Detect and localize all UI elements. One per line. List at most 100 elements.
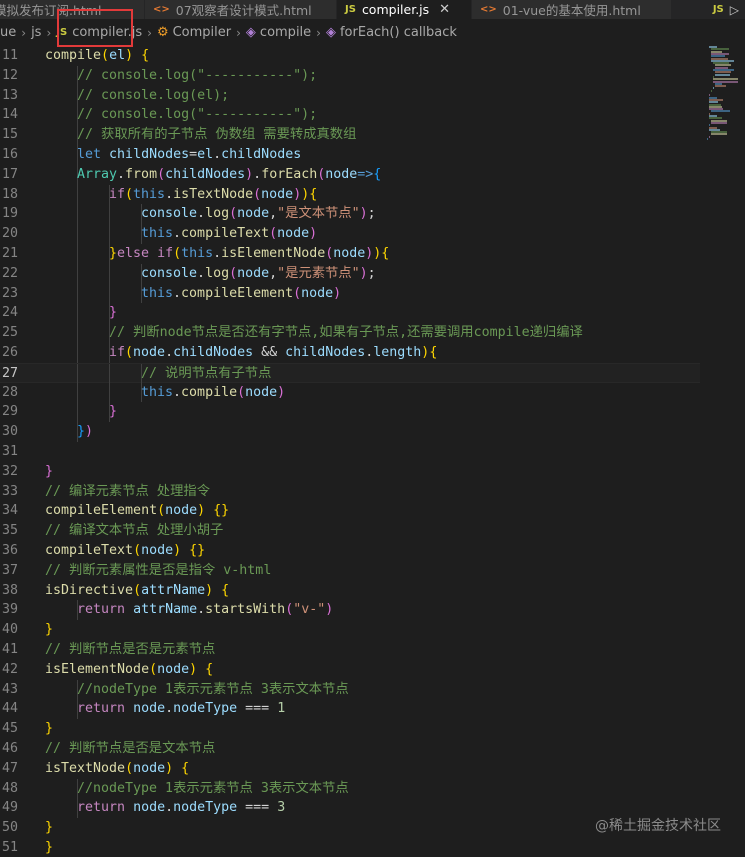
- code-line[interactable]: 14 // console.log("-----------");: [0, 105, 700, 126]
- tab-observer-html[interactable]: 模拟发布订阅.html: [0, 0, 145, 19]
- code-token: {}: [189, 543, 206, 558]
- code-token: ): [359, 265, 368, 281]
- line-code: compileElement(node) {}: [45, 501, 229, 521]
- code-line[interactable]: 29}: [0, 402, 700, 423]
- line-number: 18: [1, 186, 18, 202]
- code-token: (: [229, 206, 238, 222]
- code-line[interactable]: 11 compile(el) {: [0, 46, 700, 66]
- tab-compiler-js[interactable]: JS compiler.js ✕: [337, 0, 472, 19]
- code-line[interactable]: 12 // console.log("-----------");: [0, 65, 700, 86]
- code-line[interactable]: 17 Array.from(childNodes).forEach(node=>{: [0, 164, 700, 185]
- close-icon[interactable]: ✕: [439, 2, 450, 17]
- code-line[interactable]: 39 return attrName.startsWith("v-"): [0, 600, 700, 621]
- code-token: .: [165, 345, 174, 360]
- code-token: ;: [367, 206, 376, 222]
- line-code: isDirective(attrName) {: [45, 581, 229, 601]
- code-line[interactable]: 43 //nodeType 1表示元素节点 3表示文本节点: [0, 679, 700, 700]
- code-token: node: [245, 384, 278, 400]
- code-token: .: [213, 246, 222, 261]
- run-icon[interactable]: ▷: [730, 3, 739, 17]
- code-token: ): [85, 424, 94, 440]
- line-number: 14: [1, 107, 18, 123]
- code-line[interactable]: 26 if(node.childNodes && childNodes.lengt…: [0, 343, 700, 363]
- code-token: "v-": [293, 602, 326, 618]
- code-line[interactable]: 48 //nodeType 1表示元素节点 3表示文本节点: [0, 778, 700, 799]
- code-line[interactable]: 28 this.compile(node): [0, 382, 700, 403]
- code-line[interactable]: 37 // 判断元素属性是否是指令 v-html: [0, 561, 700, 581]
- code-line[interactable]: 25 // 判断node节点是否还有字节点,如果有子节点,还需要调用compile…: [0, 323, 700, 343]
- line-code: // 判断元素属性是否是指令 v-html: [45, 561, 271, 581]
- code-line[interactable]: 18 if(this.isTextNode(node)){: [0, 184, 700, 205]
- code-line[interactable]: 22 console.log(node,"是元素节点");: [0, 263, 700, 284]
- code-line[interactable]: 31: [0, 442, 700, 462]
- code-token: (: [157, 503, 166, 519]
- line-code: // 判断节点是否是文本节点: [45, 739, 215, 759]
- tab-vue-basic-html[interactable]: <> 01-vue的基本使用.html: [472, 0, 672, 19]
- breadcrumb-folder[interactable]: ue: [0, 25, 16, 40]
- tab-observer-pattern-html[interactable]: <> 07观察者设计模式.html: [145, 0, 337, 19]
- code-line[interactable]: 33 // 编译元素节点 处理指令: [0, 482, 700, 502]
- code-token: childNodes: [165, 166, 246, 182]
- minimap[interactable]: [704, 46, 745, 166]
- code-line[interactable]: 15 // 获取所有的子节点 伪数组 需要转成真数组: [0, 125, 700, 145]
- code-line[interactable]: 51}: [0, 838, 700, 857]
- code-token: let: [77, 147, 102, 162]
- code-token: // 判断节点是否是文本节点: [45, 741, 216, 756]
- code-line[interactable]: 41 // 判断节点是否是元素节点: [0, 640, 700, 660]
- code-token: .: [213, 147, 222, 162]
- code-line[interactable]: 30}): [0, 422, 700, 442]
- code-token: // 判断node节点是否还有字节点,如果有子节点,还需要调用compile递归…: [109, 325, 583, 341]
- code-token: .: [165, 701, 174, 717]
- code-token: childNodes: [285, 345, 366, 360]
- code-token: {: [309, 186, 318, 202]
- code-token: // 获取所有的子节点 伪数组 需要转成真数组: [77, 127, 357, 143]
- minimap-line: [709, 135, 710, 138]
- code-token: else: [117, 246, 150, 261]
- code-token: node: [157, 661, 190, 677]
- code-line[interactable]: 24}: [0, 303, 700, 324]
- indent-guide: [109, 263, 110, 284]
- code-token: node: [301, 285, 334, 301]
- code-line[interactable]: 32}: [0, 462, 700, 482]
- code-line[interactable]: 42 isElementNode(node) {: [0, 660, 700, 680]
- code-line[interactable]: 45}: [0, 719, 700, 739]
- breadcrumb-file[interactable]: JS compiler.js: [56, 25, 142, 40]
- line-number: 27: [1, 365, 18, 381]
- code-token: // 编译文本节点 处理小胡子: [45, 523, 224, 539]
- line-code: }: [45, 620, 53, 640]
- code-editor[interactable]: 11 compile(el) {12// console.log("-------…: [0, 46, 745, 857]
- code-line[interactable]: 46 // 判断节点是否是文本节点: [0, 739, 700, 759]
- code-line[interactable]: 38 isDirective(attrName) {: [0, 581, 700, 601]
- code-line[interactable]: 40}: [0, 620, 700, 640]
- code-line[interactable]: 20 this.compileText(node): [0, 224, 700, 244]
- code-line[interactable]: 21}else if(this.isElementNode(node)){: [0, 244, 700, 264]
- code-token: forEach: [261, 166, 318, 182]
- tab-label: 07观察者设计模式.html: [175, 3, 312, 18]
- line-code: }: [45, 838, 53, 857]
- code-line[interactable]: 35 // 编译文本节点 处理小胡子: [0, 521, 700, 541]
- code-token: startsWith: [205, 602, 286, 618]
- code-token: attrName: [133, 602, 198, 618]
- code-line[interactable]: 19 console.log(node,"是文本节点");: [0, 204, 700, 225]
- code-line[interactable]: 13 // console.log(el);: [0, 85, 700, 106]
- code-token: {: [381, 246, 390, 261]
- line-code: }: [109, 402, 117, 422]
- code-line[interactable]: 47 isTextNode(node) {: [0, 759, 700, 779]
- code-token: Array: [77, 166, 118, 182]
- code-line[interactable]: 34 compileElement(node) {}: [0, 501, 700, 521]
- line-code: // 说明节点有子节点: [141, 364, 271, 384]
- breadcrumb-class[interactable]: ⚙ Compiler: [157, 25, 231, 40]
- breadcrumb-callback[interactable]: ◈ forEach() callback: [326, 25, 457, 40]
- code-line[interactable]: 27 // 说明节点有子节点: [0, 362, 700, 384]
- code-token: node: [333, 246, 366, 261]
- breadcrumb-folder-js[interactable]: js: [31, 25, 41, 40]
- breadcrumb-method[interactable]: ◈ compile: [246, 25, 311, 40]
- code-line[interactable]: 36 compileText(node) {}: [0, 541, 700, 561]
- code-line[interactable]: 23 this.compileElement(node): [0, 283, 700, 304]
- code-token: isDirective: [45, 582, 134, 598]
- js-icon: JS: [345, 4, 356, 15]
- line-number: 23: [1, 285, 18, 301]
- code-line[interactable]: 16 let childNodes=el.childNodes: [0, 145, 700, 165]
- code-line[interactable]: 44 return node.nodeType === 1: [0, 699, 700, 720]
